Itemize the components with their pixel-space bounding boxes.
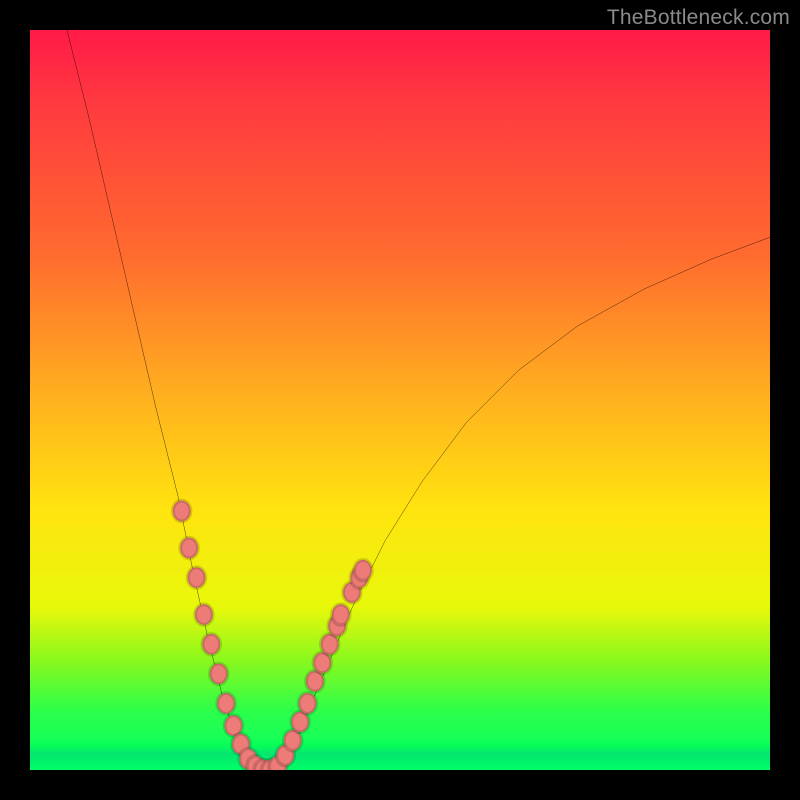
curve-marker <box>188 567 206 588</box>
chart-frame: TheBottleneck.com <box>0 0 800 800</box>
curve-marker <box>332 604 350 625</box>
curve-marker <box>299 693 317 714</box>
curve-marker <box>217 693 235 714</box>
curve-marker <box>173 501 191 522</box>
watermark-text: TheBottleneck.com <box>607 6 790 30</box>
curve-markers <box>173 501 372 770</box>
chart-svg <box>30 30 770 770</box>
chart-plot-area <box>30 30 770 770</box>
curve-marker <box>354 560 372 581</box>
curve-marker <box>180 538 198 559</box>
curve-marker <box>202 634 220 655</box>
curve-marker <box>195 604 213 625</box>
bottleneck-curve-line <box>67 30 770 770</box>
curve-marker <box>210 663 228 684</box>
